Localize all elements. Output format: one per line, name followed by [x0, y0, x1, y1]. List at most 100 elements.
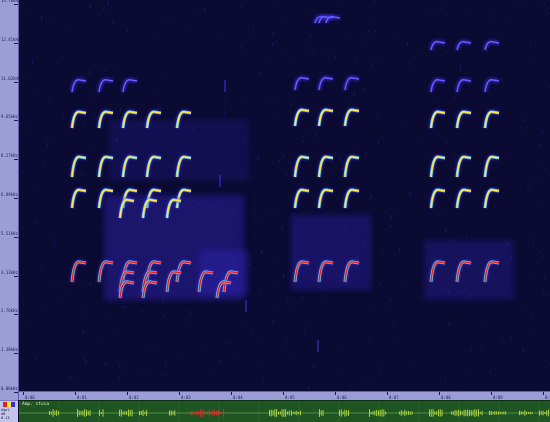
noise-speck — [445, 375, 446, 379]
overview-wave-bar — [406, 411, 407, 415]
noise-speck — [110, 385, 111, 387]
noise-speck — [364, 35, 365, 37]
noise-speck — [332, 161, 333, 163]
overview-wave-bar — [474, 409, 475, 417]
noise-speck — [289, 57, 290, 60]
noise-speck — [370, 340, 371, 342]
noise-speck — [158, 106, 159, 108]
noise-speck — [92, 101, 93, 104]
overview-wave-bar — [269, 410, 270, 416]
noise-speck — [338, 0, 339, 2]
overview-wave-bar — [462, 411, 463, 414]
overview-wave-bar — [399, 412, 400, 415]
overview-wave-bar — [489, 411, 490, 415]
noise-speck — [230, 76, 231, 78]
noise-speck — [457, 385, 458, 386]
noise-speck — [163, 376, 164, 378]
noise-speck — [47, 144, 48, 146]
overview-wave-bar — [58, 411, 59, 415]
noise-speck — [87, 285, 88, 289]
noise-speck — [454, 156, 455, 159]
overview-wave-bar — [436, 411, 437, 415]
overview-waveform[interactable]: Amp. stuia — [19, 400, 550, 422]
overview-wave-bar — [404, 410, 405, 416]
noise-speck — [241, 5, 242, 8]
overview-wave-bar — [205, 412, 206, 415]
noise-speck — [53, 139, 54, 141]
noise-speck — [247, 26, 248, 27]
overview-wave-bar — [408, 411, 409, 415]
noise-speck — [261, 216, 262, 220]
noise-speck — [528, 331, 529, 332]
noise-speck — [360, 42, 361, 43]
noise-speck — [124, 306, 125, 308]
overview-wave-bar — [196, 411, 197, 416]
overview-wave-bar — [285, 409, 286, 417]
noise-speck — [439, 10, 440, 12]
noise-speck — [398, 171, 399, 173]
noise-speck — [79, 128, 80, 129]
noise-speck — [100, 338, 101, 340]
frequency-tick-label: 5.51kHz — [1, 232, 18, 236]
noise-speck — [261, 250, 262, 253]
overview-wave-bar — [502, 412, 503, 415]
noise-speck — [455, 95, 456, 99]
noise-speck — [476, 315, 477, 316]
overview-wave-bar — [211, 412, 212, 415]
noise-haze — [291, 215, 371, 290]
noise-speck — [371, 310, 372, 313]
noise-speck — [534, 334, 535, 335]
noise-speck — [90, 283, 91, 286]
noise-speck — [547, 12, 548, 15]
noise-speck — [423, 113, 424, 114]
noise-speck — [154, 39, 155, 40]
overview-wave-bar — [132, 410, 133, 417]
overview-wave-bar — [521, 411, 522, 415]
noise-speck — [258, 156, 259, 160]
noise-speck — [514, 124, 515, 126]
noise-speck — [292, 354, 293, 358]
overview-wave-bar — [500, 412, 501, 415]
noise-speck — [32, 135, 33, 138]
noise-speck — [29, 133, 30, 134]
noise-speck — [93, 64, 94, 65]
overview-wave-bar — [88, 411, 89, 415]
noise-speck — [113, 20, 114, 24]
overview-wave-bar — [543, 411, 544, 416]
noise-speck — [466, 233, 467, 236]
noise-speck — [343, 150, 344, 151]
noise-speck — [272, 257, 273, 260]
spectrogram-canvas[interactable] — [19, 0, 550, 391]
noise-speck — [64, 314, 65, 316]
noise-speck — [35, 220, 36, 223]
noise-speck — [146, 346, 147, 348]
noise-speck — [21, 383, 22, 386]
noise-speck — [192, 184, 193, 185]
noise-speck — [435, 99, 436, 100]
overview-wave-bar — [280, 411, 281, 414]
noise-speck — [354, 145, 355, 147]
noise-speck — [460, 235, 461, 236]
noise-speck — [258, 338, 259, 340]
noise-speck — [404, 125, 405, 126]
noise-speck — [444, 213, 445, 217]
noise-speck — [369, 60, 370, 63]
overview-wave-bar — [410, 412, 411, 415]
noise-speck — [144, 96, 145, 98]
overview-wave-bar — [189, 412, 190, 414]
noise-speck — [539, 251, 540, 253]
noise-speck — [190, 311, 191, 314]
noise-speck — [449, 323, 450, 326]
overview-wave-bar — [480, 412, 481, 414]
weak-trace — [245, 300, 247, 312]
noise-speck — [94, 116, 95, 119]
noise-speck — [263, 363, 264, 366]
noise-speck — [23, 76, 24, 77]
overview-wave-bar — [119, 410, 120, 416]
noise-speck — [161, 374, 162, 375]
overview-wave-bar — [382, 409, 383, 416]
noise-speck — [290, 162, 291, 165]
overview-wave-bar — [505, 411, 506, 414]
noise-speck — [189, 314, 190, 317]
noise-speck — [281, 20, 282, 22]
